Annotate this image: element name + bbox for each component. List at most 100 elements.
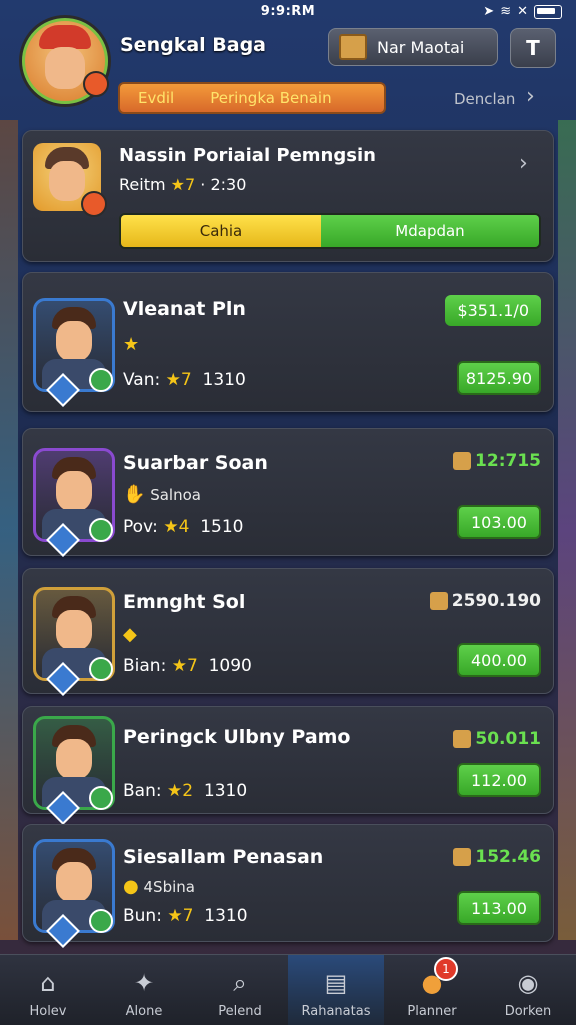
nav-item-dorken[interactable]: ◉ Dorken xyxy=(480,955,576,1025)
notification-badge: 1 xyxy=(434,957,458,981)
nav-item-planner[interactable]: ● Planner 1 xyxy=(384,955,480,1025)
tab-left[interactable]: Evdil xyxy=(120,89,192,107)
stat-stars: 4 xyxy=(178,517,190,537)
nav-label: Rahanatas xyxy=(301,1004,371,1019)
currency-icon xyxy=(429,592,448,610)
hand-icon: ✋ xyxy=(123,484,146,505)
price-tag: $351.1/0 xyxy=(445,295,541,326)
subtitle-prefix: Reitm xyxy=(119,175,166,194)
battery-icon xyxy=(534,4,562,19)
buy-button[interactable]: 112.00 xyxy=(457,763,541,797)
stat-label: Ban: xyxy=(123,781,162,801)
star-icon: ★ xyxy=(171,656,187,676)
top-action-label: Nar Maotai xyxy=(377,37,465,57)
stat-value: 1090 xyxy=(208,656,252,676)
highlight-avatar xyxy=(33,143,107,217)
gem-icon: ◆ xyxy=(123,624,137,645)
stat-value: 1310 xyxy=(204,906,248,926)
stat-value: 1510 xyxy=(200,517,244,537)
choice-right-button[interactable]: Mdapdan xyxy=(321,215,539,247)
list-item[interactable]: Peringck Ulbny Pamo Ban: ★2 1310 50.011 … xyxy=(22,706,554,825)
list-item[interactable]: Vleanat Pln ★ Van: ★7 1310 $351.1/0 8125… xyxy=(22,272,554,412)
stat-stars: 7 xyxy=(182,906,194,926)
item-stat: Ban: ★2 1310 xyxy=(123,781,247,801)
square-button[interactable]: T xyxy=(510,28,556,68)
nav-label: Planner xyxy=(407,1004,457,1019)
stat-stars: 7 xyxy=(186,656,198,676)
price-tag: 2590.190 xyxy=(429,591,541,611)
nav-label: Dorken xyxy=(504,1004,552,1019)
level-badge-icon xyxy=(83,71,109,97)
avatar-face xyxy=(56,862,92,902)
item-stat: Bun: ★7 1310 xyxy=(123,906,248,926)
highlight-title: Nassin Poriaial Pemngsin xyxy=(119,145,376,166)
item-stat: Bian: ★7 1090 xyxy=(123,656,252,676)
price-tag: 152.46 xyxy=(453,847,541,867)
status-badge-icon xyxy=(89,518,113,542)
item-tag: ✋ Salnoa xyxy=(123,484,201,505)
price-tag: 12:715 xyxy=(453,451,541,471)
stat-label: Pov: xyxy=(123,517,158,537)
puzzle-icon: ✦ xyxy=(133,969,155,997)
chevron-right-icon[interactable]: › xyxy=(526,84,535,109)
subtitle-separator: · xyxy=(200,175,206,194)
buy-button[interactable]: 400.00 xyxy=(457,643,541,677)
list-item[interactable]: Emnght Sol ◆ Bian: ★7 1090 2590.190 400.… xyxy=(22,568,554,696)
profile-header: Sengkal Baga Nar Maotai T Evdil Peringka… xyxy=(18,14,558,124)
top-action-button[interactable]: Nar Maotai xyxy=(328,28,498,66)
nav-label: Holev xyxy=(29,1004,67,1019)
item-tag: ◆ xyxy=(123,624,137,645)
side-link[interactable]: Denclan xyxy=(454,90,515,108)
nav-item-holev[interactable]: ⌂ Holev xyxy=(0,955,96,1025)
status-badge-icon xyxy=(89,909,113,933)
currency-icon xyxy=(453,730,472,748)
nav-item-rahanatas[interactable]: ▤ Rahanatas xyxy=(288,955,384,1025)
location-icon: ➤ xyxy=(483,4,495,19)
avatar-face xyxy=(56,739,92,779)
buy-button[interactable]: 8125.90 xyxy=(457,361,541,395)
home-icon: ⌂ xyxy=(40,969,56,997)
item-name: Suarbar Soan xyxy=(123,452,268,474)
ranking-tab-bar[interactable]: Evdil Peringka Benain xyxy=(118,82,386,114)
item-stat: Van: ★7 1310 xyxy=(123,370,246,390)
level-badge-icon xyxy=(81,191,107,217)
choice-left-button[interactable]: Cahia xyxy=(121,215,321,247)
avatar-face xyxy=(56,610,92,650)
item-name: Peringck Ulbny Pamo xyxy=(123,726,351,748)
avatar-face xyxy=(56,471,92,511)
bottom-nav: ⌂ Holev ✦ Alone ⌕ Pelend ▤ Rahanatas ● Planner 1 ◉ D… xyxy=(0,954,576,1025)
nav-item-alone[interactable]: ✦ Alone xyxy=(96,955,192,1025)
status-badge-icon xyxy=(89,786,113,810)
search-icon: ⌕ xyxy=(233,969,247,997)
price-value: 2590.190 xyxy=(451,591,541,611)
server-icon: ▤ xyxy=(324,969,348,997)
item-name: Emnght Sol xyxy=(123,591,246,613)
buy-button[interactable]: 113.00 xyxy=(457,891,541,925)
list-item[interactable]: Suarbar Soan ✋ Salnoa Pov: ★4 1510 12:71… xyxy=(22,428,554,557)
star-icon: ★ xyxy=(167,906,183,926)
price-value: 12:715 xyxy=(475,451,541,471)
stat-label: Bun: xyxy=(123,906,162,926)
star-icon: ★ xyxy=(165,370,181,390)
item-name: Siesallam Penasan xyxy=(123,846,324,868)
wifi-icon: ≋ xyxy=(500,4,512,19)
nav-label: Alone xyxy=(125,1004,163,1019)
player-avatar[interactable] xyxy=(22,18,109,104)
star-icon: ★ xyxy=(170,175,185,194)
highlight-subtitle: Reitm ★7 · 2:30 xyxy=(119,175,246,194)
star-icon: ★ xyxy=(163,517,179,537)
stat-label: Bian: xyxy=(123,656,167,676)
stat-stars: 2 xyxy=(182,781,194,801)
item-tag: ● 4Sbina xyxy=(123,876,195,897)
chevron-right-icon[interactable]: › xyxy=(519,151,528,176)
price-value: 50.011 xyxy=(475,729,541,749)
buy-button[interactable]: 103.00 xyxy=(457,505,541,539)
tab-right[interactable]: Peringka Benain xyxy=(192,89,349,107)
list-item[interactable]: Siesallam Penasan ● 4Sbina Bun: ★7 1310 … xyxy=(22,824,554,948)
highlight-card[interactable]: Nassin Poriaial Pemngsin Reitm ★7 · 2:30… xyxy=(22,130,554,262)
currency-icon xyxy=(453,452,472,470)
subtitle-number: 7 xyxy=(184,175,196,194)
avatar-face xyxy=(56,321,92,361)
nav-item-pelend[interactable]: ⌕ Pelend xyxy=(192,955,288,1025)
stat-value: 1310 xyxy=(203,781,248,801)
